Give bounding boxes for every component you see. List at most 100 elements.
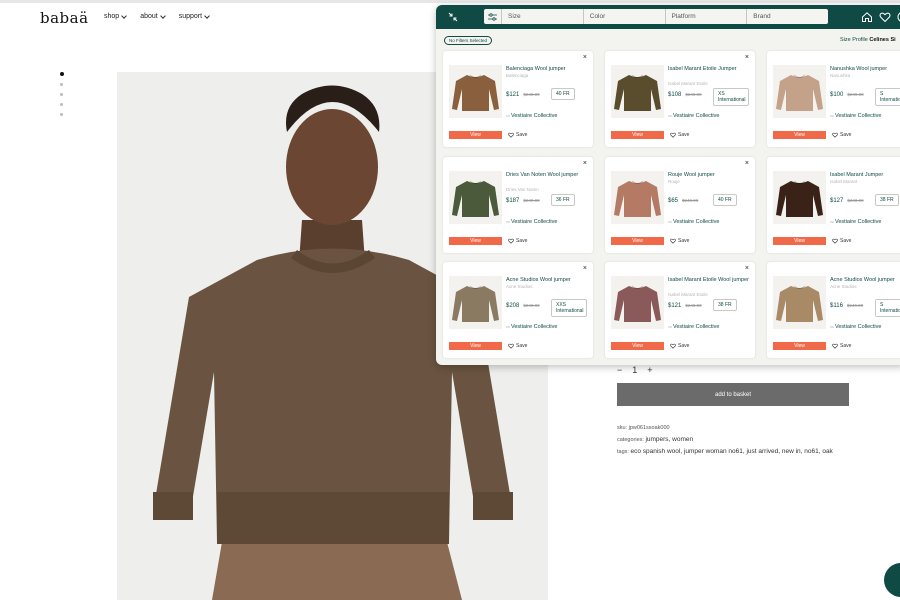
home-icon[interactable] xyxy=(861,11,873,23)
save-button[interactable]: Save xyxy=(508,132,527,138)
product-title[interactable]: Isabel Marant Etoile Jumper xyxy=(668,65,750,73)
site-logo[interactable]: babaä xyxy=(40,9,89,27)
price-original: $240.00 xyxy=(847,92,864,97)
close-icon[interactable]: × xyxy=(745,265,749,272)
price-current: $127 xyxy=(830,198,844,204)
product-card[interactable]: × Rouje Wool jumper Rouje $65 $240.00 40 FR vc… xyxy=(605,157,755,253)
view-button[interactable]: View xyxy=(449,131,502,139)
product-title[interactable]: Acne Studios Wool jumper xyxy=(830,276,900,284)
qty-plus-button[interactable]: + xyxy=(647,365,652,375)
close-icon[interactable]: × xyxy=(745,54,749,61)
product-thumbnail[interactable] xyxy=(449,65,502,118)
product-card[interactable]: ×Nanushka Wool jumperNanushka$100$240.00… xyxy=(767,51,900,147)
gallery-dot-1[interactable] xyxy=(60,72,64,76)
save-label: Save xyxy=(516,343,528,349)
chevron-down-icon xyxy=(159,12,166,19)
product-thumbnail[interactable] xyxy=(773,65,826,118)
close-icon[interactable]: × xyxy=(583,265,587,272)
gallery-dot-4[interactable] xyxy=(60,103,63,106)
filter-brand[interactable]: Brand xyxy=(747,9,828,24)
product-meta: sku: jpw061ssoak000 categories: jumpers,… xyxy=(617,423,833,458)
product-title[interactable]: Nanushka Wool jumper xyxy=(830,65,900,73)
add-to-basket-button[interactable]: add to basket xyxy=(617,383,849,406)
save-button[interactable]: Save xyxy=(670,132,689,138)
seller-logo-icon: vc xyxy=(830,113,834,118)
product-thumbnail[interactable] xyxy=(773,276,826,329)
product-card[interactable]: ×Isabel Marant JumperIsabel Marant$127$2… xyxy=(767,157,900,253)
product-card[interactable]: × Isabel Marant Etoile Wool jumper Isabel … xyxy=(605,262,755,358)
save-label: Save xyxy=(516,132,528,138)
seller-name: Vestiaire Collective xyxy=(835,113,882,119)
nav-support[interactable]: support xyxy=(179,12,210,20)
product-thumbnail[interactable] xyxy=(611,171,664,224)
save-button[interactable]: Save xyxy=(670,238,689,244)
save-button[interactable]: Save xyxy=(508,343,527,349)
product-card[interactable]: × Isabel Marant Etoile Jumper Isabel Maran… xyxy=(605,51,755,147)
view-button[interactable]: View xyxy=(611,237,664,245)
filter-color[interactable]: Color xyxy=(584,9,666,24)
save-button[interactable]: Save xyxy=(832,132,851,138)
price-current: $116 xyxy=(830,303,843,309)
product-card[interactable]: ×Acne Studios Wool jumperAcne Studios$11… xyxy=(767,262,900,358)
no-filters-badge[interactable]: No Filters Selected xyxy=(444,36,493,45)
qty-minus-button[interactable]: − xyxy=(617,365,622,375)
gallery-dots xyxy=(60,72,64,116)
gallery-dot-3[interactable] xyxy=(60,93,63,96)
view-button[interactable]: View xyxy=(611,342,664,350)
filter-platform[interactable]: Platform xyxy=(666,9,748,24)
close-icon[interactable]: × xyxy=(583,160,587,167)
view-button[interactable]: View xyxy=(449,342,502,350)
save-button[interactable]: Save xyxy=(832,238,851,244)
product-thumbnail[interactable] xyxy=(773,171,826,224)
collapse-icon[interactable] xyxy=(448,12,458,22)
seller: vcVestiaire Collective xyxy=(506,324,557,330)
seller-logo-icon: vc xyxy=(830,219,834,224)
chat-icon[interactable] xyxy=(884,563,900,597)
gallery-dot-5[interactable] xyxy=(60,113,63,116)
product-title[interactable]: Rouje Wool jumper xyxy=(668,171,750,179)
product-thumbnail[interactable] xyxy=(611,65,664,118)
product-brand: Isabel Marant Etoile xyxy=(668,292,708,297)
view-button[interactable]: View xyxy=(449,237,502,245)
panel-header: Size Color Platform Brand xyxy=(436,5,900,29)
qty-value[interactable]: 1 xyxy=(632,365,637,375)
view-button[interactable]: View xyxy=(773,237,826,245)
close-icon[interactable]: × xyxy=(583,54,587,61)
size-badge: 36 FR xyxy=(551,194,575,206)
heart-icon[interactable] xyxy=(879,11,891,23)
save-label: Save xyxy=(840,343,852,349)
tags-links[interactable]: eco spanish wool, jumper woman no61, jus… xyxy=(630,448,832,455)
save-button[interactable]: Save xyxy=(508,238,527,244)
product-card[interactable]: × Acne Studios Wool jumper Acne Studios $20… xyxy=(443,262,593,358)
size-profile[interactable]: Size Profile Celines Si xyxy=(840,37,896,43)
product-thumbnail[interactable] xyxy=(611,276,664,329)
product-brand: Dries Van Noten xyxy=(506,187,539,192)
product-title[interactable]: Dries Van Noten Wool jumper xyxy=(506,171,588,179)
categories-links[interactable]: jumpers, women xyxy=(645,436,693,443)
view-button[interactable]: View xyxy=(611,131,664,139)
save-button[interactable]: Save xyxy=(670,343,689,349)
product-price: $187 $240.00 xyxy=(506,198,540,204)
product-card[interactable]: × Dries Van Noten Wool jumper Dries Van No… xyxy=(443,157,593,253)
size-badge: XS International xyxy=(713,88,749,106)
price-current: $121 xyxy=(668,303,682,309)
product-title[interactable]: Isabel Marant Jumper xyxy=(830,171,900,179)
seller-logo-icon: vc xyxy=(830,324,834,329)
nav-about[interactable]: about xyxy=(140,12,166,20)
product-brand: Balenciaga xyxy=(506,73,529,78)
product-title[interactable]: Isabel Marant Etoile Wool jumper xyxy=(668,276,750,284)
product-title[interactable]: Balenciaga Wool jumper xyxy=(506,65,588,73)
product-thumbnail[interactable] xyxy=(449,171,502,224)
view-button[interactable]: View xyxy=(773,131,826,139)
close-icon[interactable]: × xyxy=(745,160,749,167)
gallery-dot-2[interactable] xyxy=(60,83,63,86)
product-title[interactable]: Acne Studios Wool jumper xyxy=(506,276,588,284)
product-card[interactable]: × Balenciaga Wool jumper Balenciaga $121 $24… xyxy=(443,51,593,147)
view-button[interactable]: View xyxy=(773,342,826,350)
filter-sliders-icon[interactable] xyxy=(484,9,502,24)
heart-icon xyxy=(508,238,514,244)
save-button[interactable]: Save xyxy=(832,343,851,349)
product-thumbnail[interactable] xyxy=(449,276,502,329)
nav-shop[interactable]: shop xyxy=(104,12,128,20)
filter-size[interactable]: Size xyxy=(502,9,584,24)
